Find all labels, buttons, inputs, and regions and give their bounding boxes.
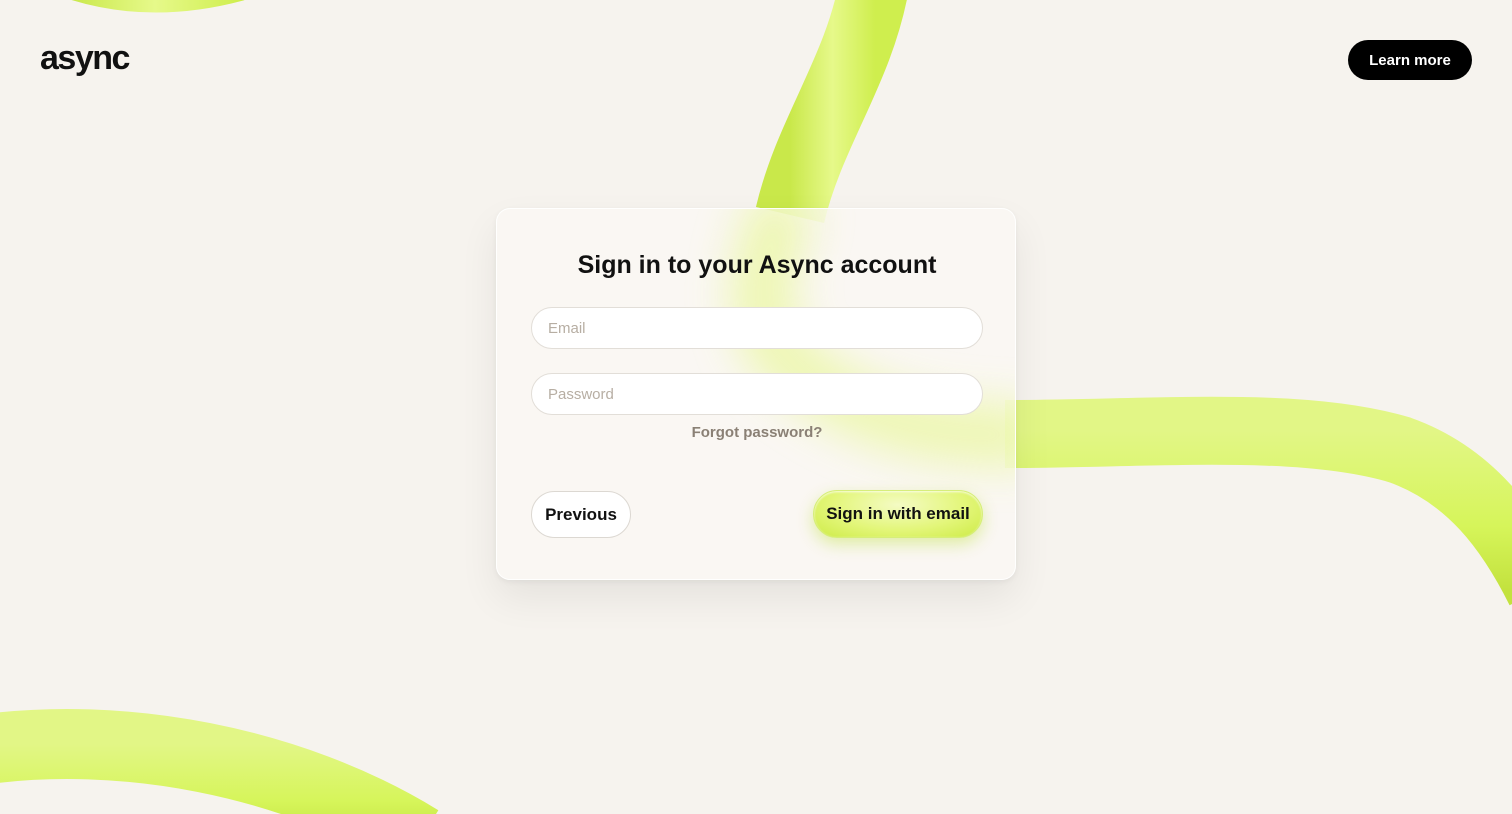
email-field[interactable] <box>531 307 983 349</box>
ribbon-top-center <box>755 0 907 224</box>
sign-in-with-email-button[interactable]: Sign in with email <box>813 490 983 538</box>
async-logo[interactable]: async <box>40 38 130 78</box>
page: async Learn more Sign in to your Async a… <box>0 0 1512 814</box>
sign-in-card: Sign in to your Async account Forgot pas… <box>496 208 1016 580</box>
ribbon-bottom-left <box>0 709 439 814</box>
page-title: Sign in to your Async account <box>577 251 937 279</box>
learn-more-button[interactable]: Learn more <box>1348 40 1472 80</box>
previous-button[interactable]: Previous <box>531 491 631 538</box>
password-field[interactable] <box>531 373 983 415</box>
ribbon-right <box>1004 396 1512 606</box>
forgot-password-link[interactable]: Forgot password? <box>497 424 1015 441</box>
ribbon-top-left <box>71 0 245 13</box>
